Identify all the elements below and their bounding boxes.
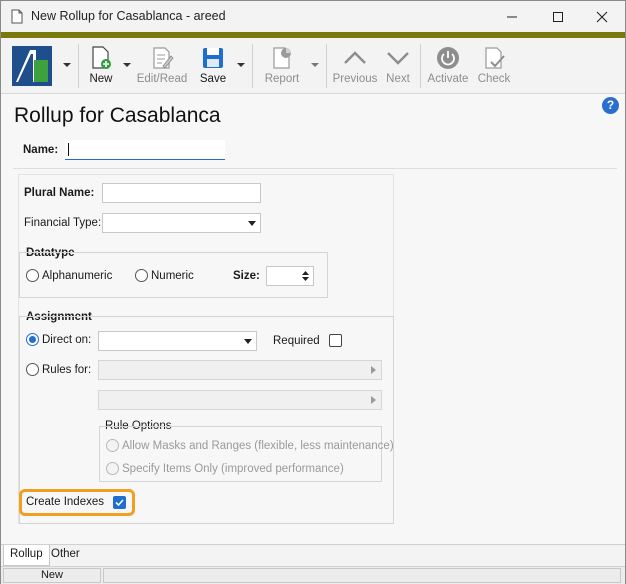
required-checkbox[interactable] — [329, 334, 342, 347]
spinner-arrows-icon[interactable] — [300, 269, 311, 283]
chevron-right-icon — [371, 396, 376, 404]
edit-read-icon — [153, 47, 174, 69]
edit-read-label: Edit/Read — [136, 73, 188, 85]
alphanumeric-radio[interactable] — [26, 269, 39, 282]
rules-for-secondary-select[interactable] — [98, 390, 382, 410]
financial-type-label: Financial Type: — [24, 217, 102, 229]
maximize-icon — [553, 11, 563, 22]
previous-label: Previous — [332, 73, 378, 85]
numeric-label: Numeric — [151, 270, 194, 282]
new-button[interactable]: New — [85, 43, 117, 89]
new-document-icon — [92, 46, 111, 69]
create-indexes-label: Create Indexes — [26, 496, 104, 508]
minimize-button[interactable] — [489, 1, 535, 32]
plural-name-input[interactable] — [102, 183, 261, 203]
chevron-down-icon[interactable] — [310, 60, 320, 70]
numeric-radio[interactable] — [135, 269, 148, 282]
close-button[interactable] — [579, 1, 625, 32]
chevron-right-icon — [371, 366, 376, 374]
name-label: Name: — [23, 144, 59, 156]
direct-on-radio[interactable] — [26, 333, 39, 346]
activate-button[interactable]: Activate — [425, 43, 471, 89]
plural-name-label: Plural Name: — [24, 187, 95, 199]
check-document-icon — [485, 47, 505, 69]
chevron-up-icon — [344, 51, 366, 64]
minimize-icon — [507, 16, 517, 17]
title-bar: New Rollup for Casablanca - areed — [1, 1, 625, 32]
toolbar-separator — [420, 44, 421, 88]
tab-other[interactable]: Other — [45, 545, 86, 566]
toolbar: New Edit/Read Save Report Previous Next … — [1, 38, 625, 94]
size-spinner[interactable] — [266, 266, 314, 286]
direct-on-select[interactable] — [98, 331, 257, 351]
chevron-down-icon — [244, 339, 252, 344]
divider — [13, 168, 617, 169]
app-window: New Rollup for Casablanca - areed New Ed… — [0, 0, 626, 584]
edit-read-button[interactable]: Edit/Read — [135, 43, 189, 89]
chevron-down-icon — [387, 52, 409, 65]
previous-button[interactable]: Previous — [331, 43, 379, 89]
tab-rollup[interactable]: Rollup — [3, 545, 50, 566]
window-title: New Rollup for Casablanca - areed — [31, 9, 226, 23]
document-icon — [11, 9, 23, 24]
report-button[interactable]: Report — [259, 43, 305, 89]
power-icon — [437, 47, 459, 69]
save-label: Save — [199, 73, 227, 85]
size-label: Size: — [233, 270, 260, 282]
activate-label: Activate — [427, 73, 469, 85]
alphanumeric-label: Alphanumeric — [42, 270, 113, 282]
direct-on-label: Direct on: — [42, 334, 92, 346]
close-icon — [596, 11, 608, 22]
help-icon[interactable]: ? — [602, 97, 619, 114]
toolbar-separator — [78, 44, 79, 88]
tab-strip: Rollup Other — [1, 544, 625, 566]
app-logo-button[interactable] — [7, 43, 57, 89]
checkmark-icon — [115, 499, 124, 507]
check-label: Check — [477, 73, 511, 85]
toolbar-separator — [252, 44, 253, 88]
toolbar-separator — [326, 44, 327, 88]
new-label: New — [89, 73, 113, 85]
maximize-button[interactable] — [535, 1, 581, 32]
status-bar: New — [1, 566, 625, 584]
allow-masks-label: Allow Masks and Ranges (flexible, less m… — [122, 440, 394, 452]
report-icon — [273, 47, 291, 69]
report-label: Report — [264, 73, 300, 85]
app-logo-icon — [12, 46, 52, 86]
specify-items-radio[interactable] — [106, 462, 119, 475]
chevron-down-icon[interactable] — [122, 60, 132, 70]
save-button[interactable]: Save — [197, 43, 229, 89]
save-icon — [203, 48, 223, 68]
status-mode: New — [3, 568, 101, 583]
next-button[interactable]: Next — [381, 43, 415, 89]
rules-for-select[interactable] — [98, 360, 382, 380]
required-label: Required — [273, 335, 320, 347]
next-label: Next — [386, 73, 410, 85]
status-message — [103, 568, 621, 583]
allow-masks-radio[interactable] — [106, 439, 119, 452]
chevron-down-icon — [248, 221, 256, 226]
chevron-down-icon[interactable] — [62, 60, 72, 70]
text-cursor — [68, 143, 69, 156]
rules-for-radio[interactable] — [26, 363, 39, 376]
check-button[interactable]: Check — [475, 43, 513, 89]
page-title: Rollup for Casablanca — [14, 104, 221, 127]
chevron-down-icon[interactable] — [236, 60, 246, 70]
name-input[interactable] — [65, 140, 225, 160]
form-content: Rollup for Casablanca ? Name: Plural Nam… — [1, 94, 625, 544]
specify-items-label: Specify Items Only (improved performance… — [122, 463, 344, 475]
create-indexes-checkbox[interactable] — [113, 496, 126, 509]
financial-type-select[interactable] — [102, 213, 261, 233]
rules-for-label: Rules for: — [42, 364, 92, 376]
